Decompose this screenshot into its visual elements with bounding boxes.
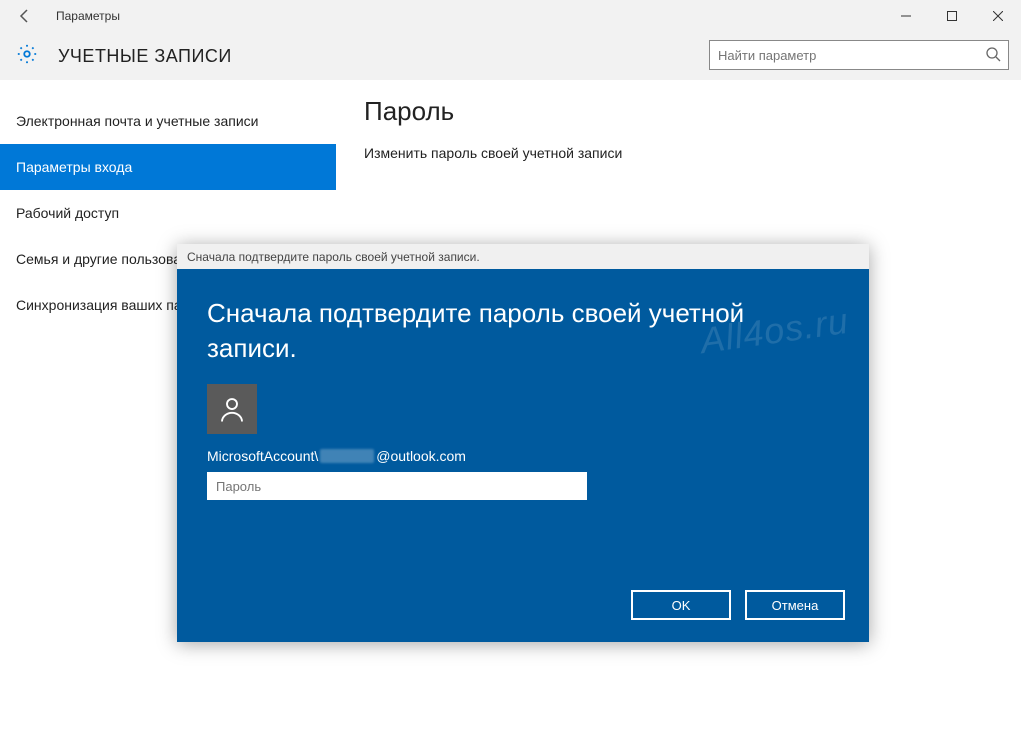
password-subtext: Изменить пароль своей учетной записи xyxy=(364,145,993,161)
page-title: УЧЕТНЫЕ ЗАПИСИ xyxy=(58,46,232,67)
dialog-titlebar-text: Сначала подтвердите пароль своей учетной… xyxy=(187,250,480,264)
settings-window: Параметры УЧЕТНЫЕ ЗАПИСИ Электронна xyxy=(0,0,1021,737)
account-prefix: MicrosoftAccount\ xyxy=(207,448,318,464)
sidebar-item-label: Рабочий доступ xyxy=(16,205,119,221)
dialog-cancel-button[interactable]: Отмена xyxy=(745,590,845,620)
maximize-icon xyxy=(947,11,957,21)
search-input[interactable] xyxy=(709,40,1009,70)
sidebar-item-work-access[interactable]: Рабочий доступ xyxy=(0,190,336,236)
page-header: УЧЕТНЫЕ ЗАПИСИ xyxy=(0,32,1021,80)
person-icon xyxy=(217,394,247,424)
sidebar-item-label: Параметры входа xyxy=(16,159,132,175)
back-arrow-icon xyxy=(17,8,33,24)
ok-button[interactable]: OK xyxy=(631,590,731,620)
account-identifier: MicrosoftAccount\ @outlook.com xyxy=(207,448,839,464)
dialog-heading: Сначала подтвердите пароль своей учетной… xyxy=(207,296,839,366)
dialog-body: All4os.ru Сначала подтвердите пароль сво… xyxy=(177,270,869,642)
window-titlebar: Параметры xyxy=(0,0,1021,32)
window-controls xyxy=(883,0,1021,32)
sidebar-item-signin-options[interactable]: Параметры входа xyxy=(0,144,336,190)
password-heading: Пароль xyxy=(364,96,993,127)
search-container xyxy=(709,40,1009,70)
minimize-button[interactable] xyxy=(883,0,929,32)
account-suffix: @outlook.com xyxy=(376,448,466,464)
gear-icon xyxy=(16,43,38,70)
maximize-button[interactable] xyxy=(929,0,975,32)
close-button[interactable] xyxy=(975,0,1021,32)
search-icon xyxy=(985,46,1001,67)
minimize-icon xyxy=(901,11,911,21)
sidebar-item-label: Электронная почта и учетные записи xyxy=(16,113,258,129)
dialog-footer: OK Отмена xyxy=(631,590,845,620)
sidebar-item-email-accounts[interactable]: Электронная почта и учетные записи xyxy=(0,98,336,144)
window-title: Параметры xyxy=(56,9,120,23)
account-redacted xyxy=(320,449,374,463)
verify-password-dialog: Сначала подтвердите пароль своей учетной… xyxy=(177,244,869,642)
dialog-titlebar: Сначала подтвердите пароль своей учетной… xyxy=(177,244,869,270)
content-body: Электронная почта и учетные записи Парам… xyxy=(0,80,1021,737)
password-input[interactable] xyxy=(207,472,587,500)
close-icon xyxy=(993,11,1003,21)
back-button[interactable] xyxy=(0,0,50,32)
user-avatar xyxy=(207,384,257,434)
